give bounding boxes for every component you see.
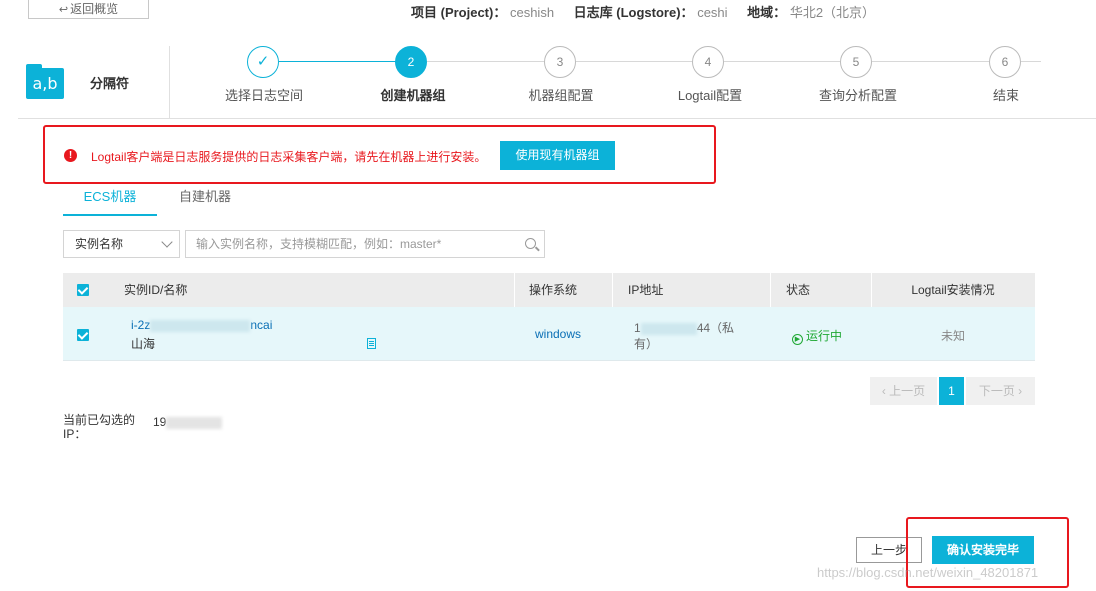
page-current[interactable]: 1 bbox=[939, 377, 964, 405]
step-6-label: 结束 bbox=[992, 88, 1020, 103]
use-existing-group-button[interactable]: 使用现有机器组 bbox=[500, 141, 615, 170]
os-value: windows bbox=[535, 327, 582, 341]
back-to-overview-button[interactable]: ↩ 返回概览 bbox=[28, 0, 149, 19]
chevron-down-icon bbox=[161, 236, 173, 248]
step-2-label: 创建机器组 bbox=[380, 88, 446, 103]
header-id-name: 实例ID/名称 bbox=[124, 283, 188, 297]
step-5-label: 查询分析配置 bbox=[818, 88, 898, 103]
status-text: 运行中 bbox=[806, 329, 843, 343]
redacted bbox=[150, 319, 251, 332]
selected-ip-label: 当前已勾选的IP： bbox=[63, 413, 136, 441]
tab-self-built[interactable]: 自建机器 bbox=[179, 186, 231, 216]
region-value: 华北2（北京） bbox=[789, 5, 876, 20]
watermark: https://blog.csdn.net/weixin_48201871 bbox=[817, 565, 1039, 580]
header-logtail: Logtail安装情况 bbox=[911, 283, 995, 297]
breadcrumb: 项目 (Project)： ceshish 日志库 (Logstore)： ce… bbox=[411, 2, 875, 20]
ip-private-label: 有） bbox=[634, 337, 659, 351]
header-divider bbox=[18, 118, 1096, 119]
select-all-checkbox[interactable] bbox=[77, 284, 89, 296]
filter-type-select[interactable]: 实例名称 bbox=[63, 230, 180, 258]
ip-suffix: 44（私 bbox=[696, 321, 735, 335]
step-5-circle: 5 bbox=[840, 46, 872, 78]
step-connector bbox=[872, 61, 989, 62]
step-connector bbox=[724, 61, 840, 62]
logtail-status: 未知 bbox=[940, 329, 965, 343]
filter-type-value: 实例名称 bbox=[75, 237, 124, 251]
project-key: 项目 (Project)： bbox=[411, 5, 507, 20]
step-6-circle: 6 bbox=[989, 46, 1021, 78]
table-row[interactable]: i-2z ncai 山海 windows 1 44（私 有） ▶ 运行中 未知 bbox=[63, 307, 1035, 361]
step-3-label: 机器组配置 bbox=[528, 88, 594, 103]
search-input[interactable] bbox=[186, 231, 506, 257]
instance-id[interactable]: i-2z ncai bbox=[131, 318, 272, 332]
redacted bbox=[166, 416, 223, 429]
back-label: 返回概览 bbox=[70, 2, 119, 16]
chevron-right-icon: › bbox=[1014, 384, 1023, 398]
step-1-check-icon: ✓ bbox=[247, 46, 279, 78]
redacted bbox=[640, 322, 697, 335]
alert-message: Logtail客户端是日志服务提供的日志采集客户端，请先在机器上进行安装。 bbox=[91, 150, 487, 164]
back-arrow-icon: ↩ bbox=[58, 4, 69, 16]
play-icon: ▶ bbox=[792, 334, 803, 345]
step-connector bbox=[427, 61, 544, 62]
header-ip: IP地址 bbox=[628, 283, 664, 297]
header-os: 操作系统 bbox=[529, 283, 578, 297]
region-key: 地域： bbox=[747, 5, 787, 20]
header-status: 状态 bbox=[786, 283, 811, 297]
copy-icon[interactable] bbox=[367, 338, 377, 350]
selected-ip-value: 19 bbox=[153, 415, 223, 429]
step-connector bbox=[576, 61, 692, 62]
instance-id-prefix: i-2z bbox=[131, 318, 151, 332]
step-4-label: Logtail配置 bbox=[677, 88, 743, 103]
search-icon[interactable] bbox=[525, 238, 536, 249]
instance-name: 山海 bbox=[131, 337, 156, 351]
selected-ip-prefix: 19 bbox=[153, 415, 167, 429]
step-connector bbox=[1021, 61, 1041, 62]
status-badge: ▶ 运行中 bbox=[792, 327, 842, 345]
next-page-button[interactable]: 下一页 › bbox=[966, 377, 1035, 405]
error-icon: ! bbox=[64, 149, 77, 162]
step-1-label: 选择日志空间 bbox=[224, 88, 304, 103]
table-header: 实例ID/名称 操作系统 IP地址 状态 Logtail安装情况 bbox=[63, 273, 1035, 307]
ip-value: 1 44（私 bbox=[634, 319, 734, 336]
step-2-circle: 2 bbox=[395, 46, 427, 78]
logstore-value: ceshi bbox=[697, 5, 728, 20]
step-4-circle: 4 bbox=[692, 46, 724, 78]
step-3-circle: 3 bbox=[544, 46, 576, 78]
row-checkbox[interactable] bbox=[77, 329, 89, 341]
next-page-label: 下一页 bbox=[978, 384, 1015, 398]
prev-page-label: 上一页 bbox=[889, 384, 926, 398]
prev-page-button[interactable]: ‹ 上一页 bbox=[870, 377, 937, 405]
wizard-steps: ✓ 2 3 4 5 6 选择日志空间 创建机器组 机器组配置 Logtail配置… bbox=[0, 46, 1096, 106]
project-value: ceshish bbox=[509, 5, 555, 20]
ip-prefix: 1 bbox=[634, 321, 641, 335]
step-connector bbox=[279, 61, 396, 62]
instance-id-suffix: ncai bbox=[250, 318, 273, 332]
search-box bbox=[185, 230, 545, 258]
logstore-key: 日志库 (Logstore)： bbox=[573, 5, 694, 20]
tab-ecs[interactable]: ECS机器 bbox=[63, 186, 157, 216]
